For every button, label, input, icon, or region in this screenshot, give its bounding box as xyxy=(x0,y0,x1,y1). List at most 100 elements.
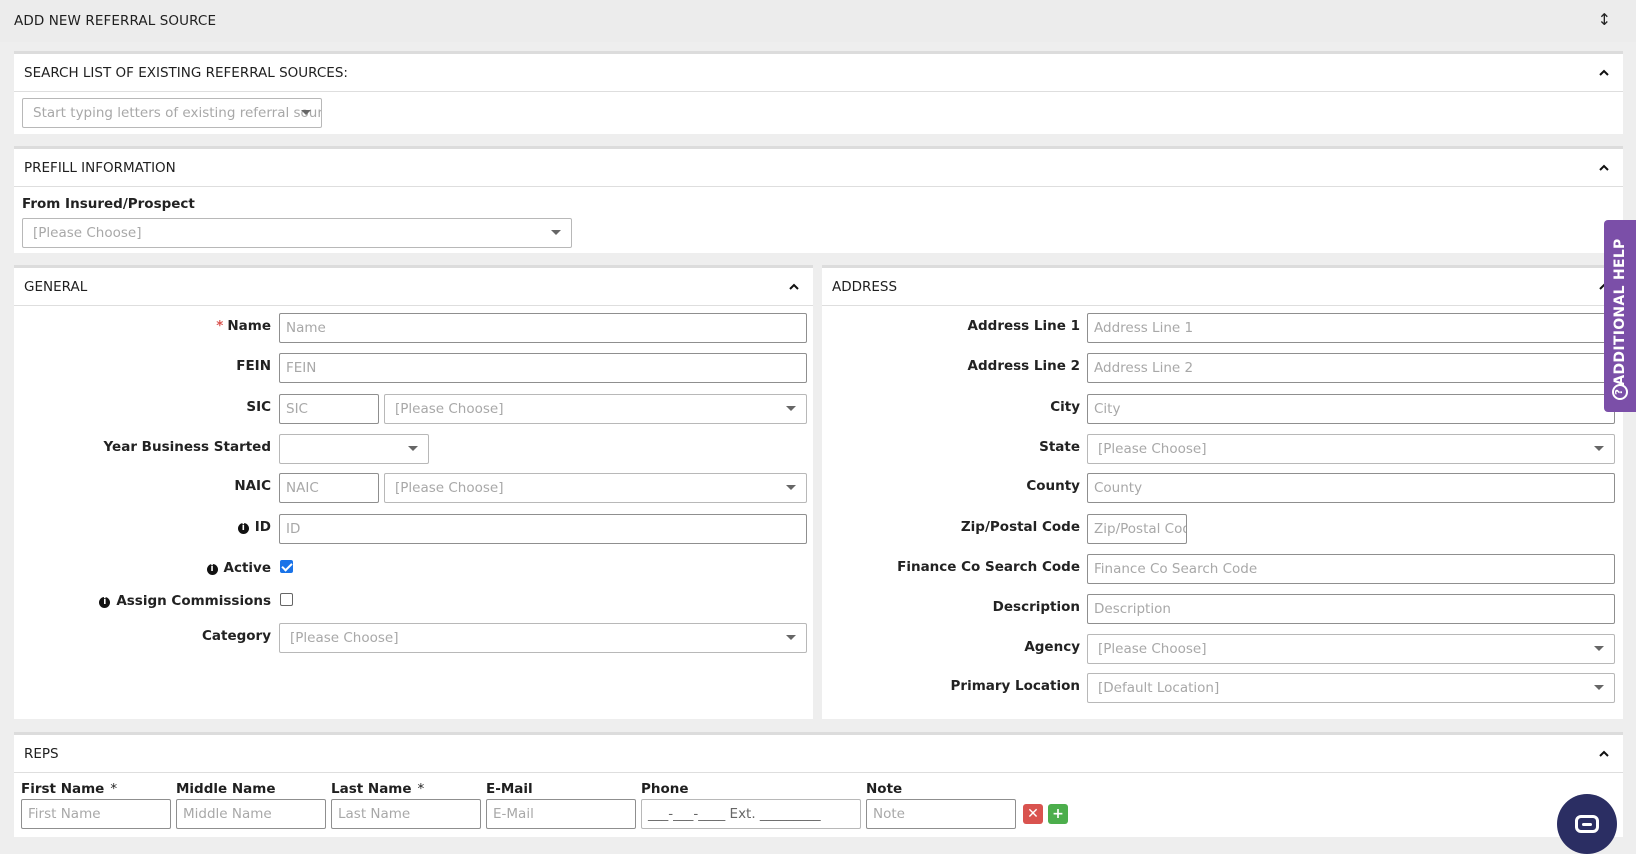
email-column-header: E-Mail xyxy=(486,781,533,797)
additional-help-tab[interactable]: ADDITIONAL HELP ? xyxy=(1604,220,1636,412)
add-rep-button[interactable]: + xyxy=(1048,804,1068,824)
chevron-up-icon[interactable] xyxy=(787,280,801,294)
fein-label: FEIN xyxy=(236,358,271,374)
year-business-started-select[interactable] xyxy=(279,434,429,464)
name-input[interactable]: Name xyxy=(279,313,807,343)
search-panel-header[interactable]: SEARCH LIST OF EXISTING REFERRAL SOURCES… xyxy=(14,54,1623,92)
chevron-down-icon xyxy=(408,446,418,451)
page-title: ADD NEW REFERRAL SOURCE xyxy=(14,13,217,29)
from-insured-select[interactable]: [Please Choose] xyxy=(22,218,572,248)
note-column-header: Note xyxy=(866,781,903,797)
id-input[interactable]: ID xyxy=(279,514,807,544)
category-select-value: [Please Choose] xyxy=(290,630,399,646)
description-input[interactable]: Description xyxy=(1087,594,1615,624)
zip-input[interactable]: Zip/Postal Cod xyxy=(1087,514,1187,544)
chevron-down-icon xyxy=(1594,646,1604,651)
chevron-up-icon[interactable] xyxy=(1597,161,1611,175)
middle-name-column-header: Middle Name xyxy=(176,781,276,797)
finance-co-search-code-label: Finance Co Search Code xyxy=(897,559,1080,575)
chevron-up-icon[interactable] xyxy=(1597,66,1611,80)
help-icon: ? xyxy=(1612,384,1628,400)
county-input[interactable]: County xyxy=(1087,473,1615,503)
page-header: ADD NEW REFERRAL SOURCE ↕ xyxy=(0,0,1636,42)
naic-select-value: [Please Choose] xyxy=(395,480,504,496)
required-marker: * xyxy=(417,781,425,797)
vertical-resize-icon[interactable]: ↕ xyxy=(1598,10,1611,29)
remove-rep-button[interactable]: ✕ xyxy=(1023,804,1043,824)
city-input[interactable]: City xyxy=(1087,394,1615,424)
active-label: i Active xyxy=(206,560,272,576)
rep-first-name-input[interactable]: First Name xyxy=(21,799,171,829)
address-line-1-input[interactable]: Address Line 1 xyxy=(1087,313,1615,343)
rep-last-name-input[interactable]: Last Name xyxy=(331,799,481,829)
chevron-down-icon xyxy=(551,230,561,235)
rep-note-input[interactable]: Note xyxy=(866,799,1016,829)
info-icon[interactable]: i xyxy=(237,523,249,534)
year-business-started-label: Year Business Started xyxy=(103,439,271,455)
prefill-panel-title: PREFILL INFORMATION xyxy=(24,160,176,176)
prefill-panel: PREFILL INFORMATION From Insured/Prospec… xyxy=(14,146,1623,253)
sic-select[interactable]: [Please Choose] xyxy=(384,394,807,424)
chevron-down-icon xyxy=(1594,446,1604,451)
general-panel-title: GENERAL xyxy=(24,279,88,295)
phone-column-header: Phone xyxy=(641,781,689,797)
address-panel-title: ADDRESS xyxy=(832,279,898,295)
info-icon[interactable]: i xyxy=(206,564,218,575)
agency-select-value: [Please Choose] xyxy=(1098,641,1207,657)
chevron-down-icon xyxy=(786,485,796,490)
address-panel: ADDRESS Address Line 1 Address Line 1 Ad… xyxy=(822,265,1623,719)
fein-input[interactable]: FEIN xyxy=(279,353,807,383)
reps-panel-header[interactable]: REPS xyxy=(14,735,1623,773)
id-label: i ID xyxy=(237,519,271,535)
county-label: County xyxy=(1026,478,1080,494)
name-label-text: Name xyxy=(227,318,271,334)
sic-label: SIC xyxy=(246,399,271,415)
chat-button[interactable] xyxy=(1557,794,1617,854)
category-select[interactable]: [Please Choose] xyxy=(279,623,807,653)
address-line-2-input[interactable]: Address Line 2 xyxy=(1087,353,1615,383)
naic-input[interactable]: NAIC xyxy=(279,473,379,503)
search-panel: SEARCH LIST OF EXISTING REFERRAL SOURCES… xyxy=(14,51,1623,134)
last-name-column-label: Last Name xyxy=(331,781,412,797)
active-label-text: Active xyxy=(223,560,272,576)
rep-middle-name-input[interactable]: Middle Name xyxy=(176,799,326,829)
naic-select[interactable]: [Please Choose] xyxy=(384,473,807,503)
from-insured-value: [Please Choose] xyxy=(33,225,142,241)
last-name-column-header: Last Name * xyxy=(331,781,424,797)
agency-label: Agency xyxy=(1024,639,1080,655)
general-panel-header[interactable]: GENERAL xyxy=(14,268,813,306)
first-name-column-header: First Name * xyxy=(21,781,117,797)
required-marker: * xyxy=(110,781,118,797)
chevron-down-icon xyxy=(786,635,796,640)
address-panel-header[interactable]: ADDRESS xyxy=(822,268,1623,306)
active-checkbox[interactable] xyxy=(280,560,293,573)
assign-commissions-checkbox[interactable] xyxy=(280,593,293,606)
reps-panel-title: REPS xyxy=(24,746,59,762)
finance-co-search-code-input[interactable]: Finance Co Search Code xyxy=(1087,554,1615,584)
chevron-down-icon xyxy=(1594,685,1604,690)
agency-select[interactable]: [Please Choose] xyxy=(1087,634,1615,664)
prefill-panel-header[interactable]: PREFILL INFORMATION xyxy=(14,149,1623,187)
additional-help-label: ADDITIONAL HELP xyxy=(1612,238,1628,386)
from-insured-label: From Insured/Prospect xyxy=(22,196,195,212)
primary-location-label: Primary Location xyxy=(950,678,1080,694)
address-line-2-label: Address Line 2 xyxy=(967,358,1080,374)
sic-select-value: [Please Choose] xyxy=(395,401,504,417)
referral-source-search[interactable]: Start typing letters of existing referra… xyxy=(22,98,322,128)
state-select[interactable]: [Please Choose] xyxy=(1087,434,1615,464)
chevron-up-icon[interactable] xyxy=(1597,747,1611,761)
category-label: Category xyxy=(201,628,271,644)
required-marker: * xyxy=(216,318,224,334)
assign-commissions-label-text: Assign Commissions xyxy=(116,593,271,609)
rep-email-input[interactable]: E-Mail xyxy=(486,799,636,829)
info-icon[interactable]: i xyxy=(99,597,111,608)
general-panel: GENERAL * Name Name FEIN FEIN SIC SIC [Pl… xyxy=(14,265,813,719)
primary-location-select[interactable]: [Default Location] xyxy=(1087,673,1615,703)
sic-input[interactable]: SIC xyxy=(279,394,379,424)
state-select-value: [Please Choose] xyxy=(1098,441,1207,457)
address-line-1-label: Address Line 1 xyxy=(967,318,1080,334)
rep-phone-input[interactable]: ___-___-____ Ext. _________ xyxy=(641,799,861,829)
assign-commissions-label: i Assign Commissions xyxy=(99,593,271,609)
chat-icon xyxy=(1575,815,1599,833)
referral-source-search-placeholder: Start typing letters of existing referra… xyxy=(33,105,322,121)
